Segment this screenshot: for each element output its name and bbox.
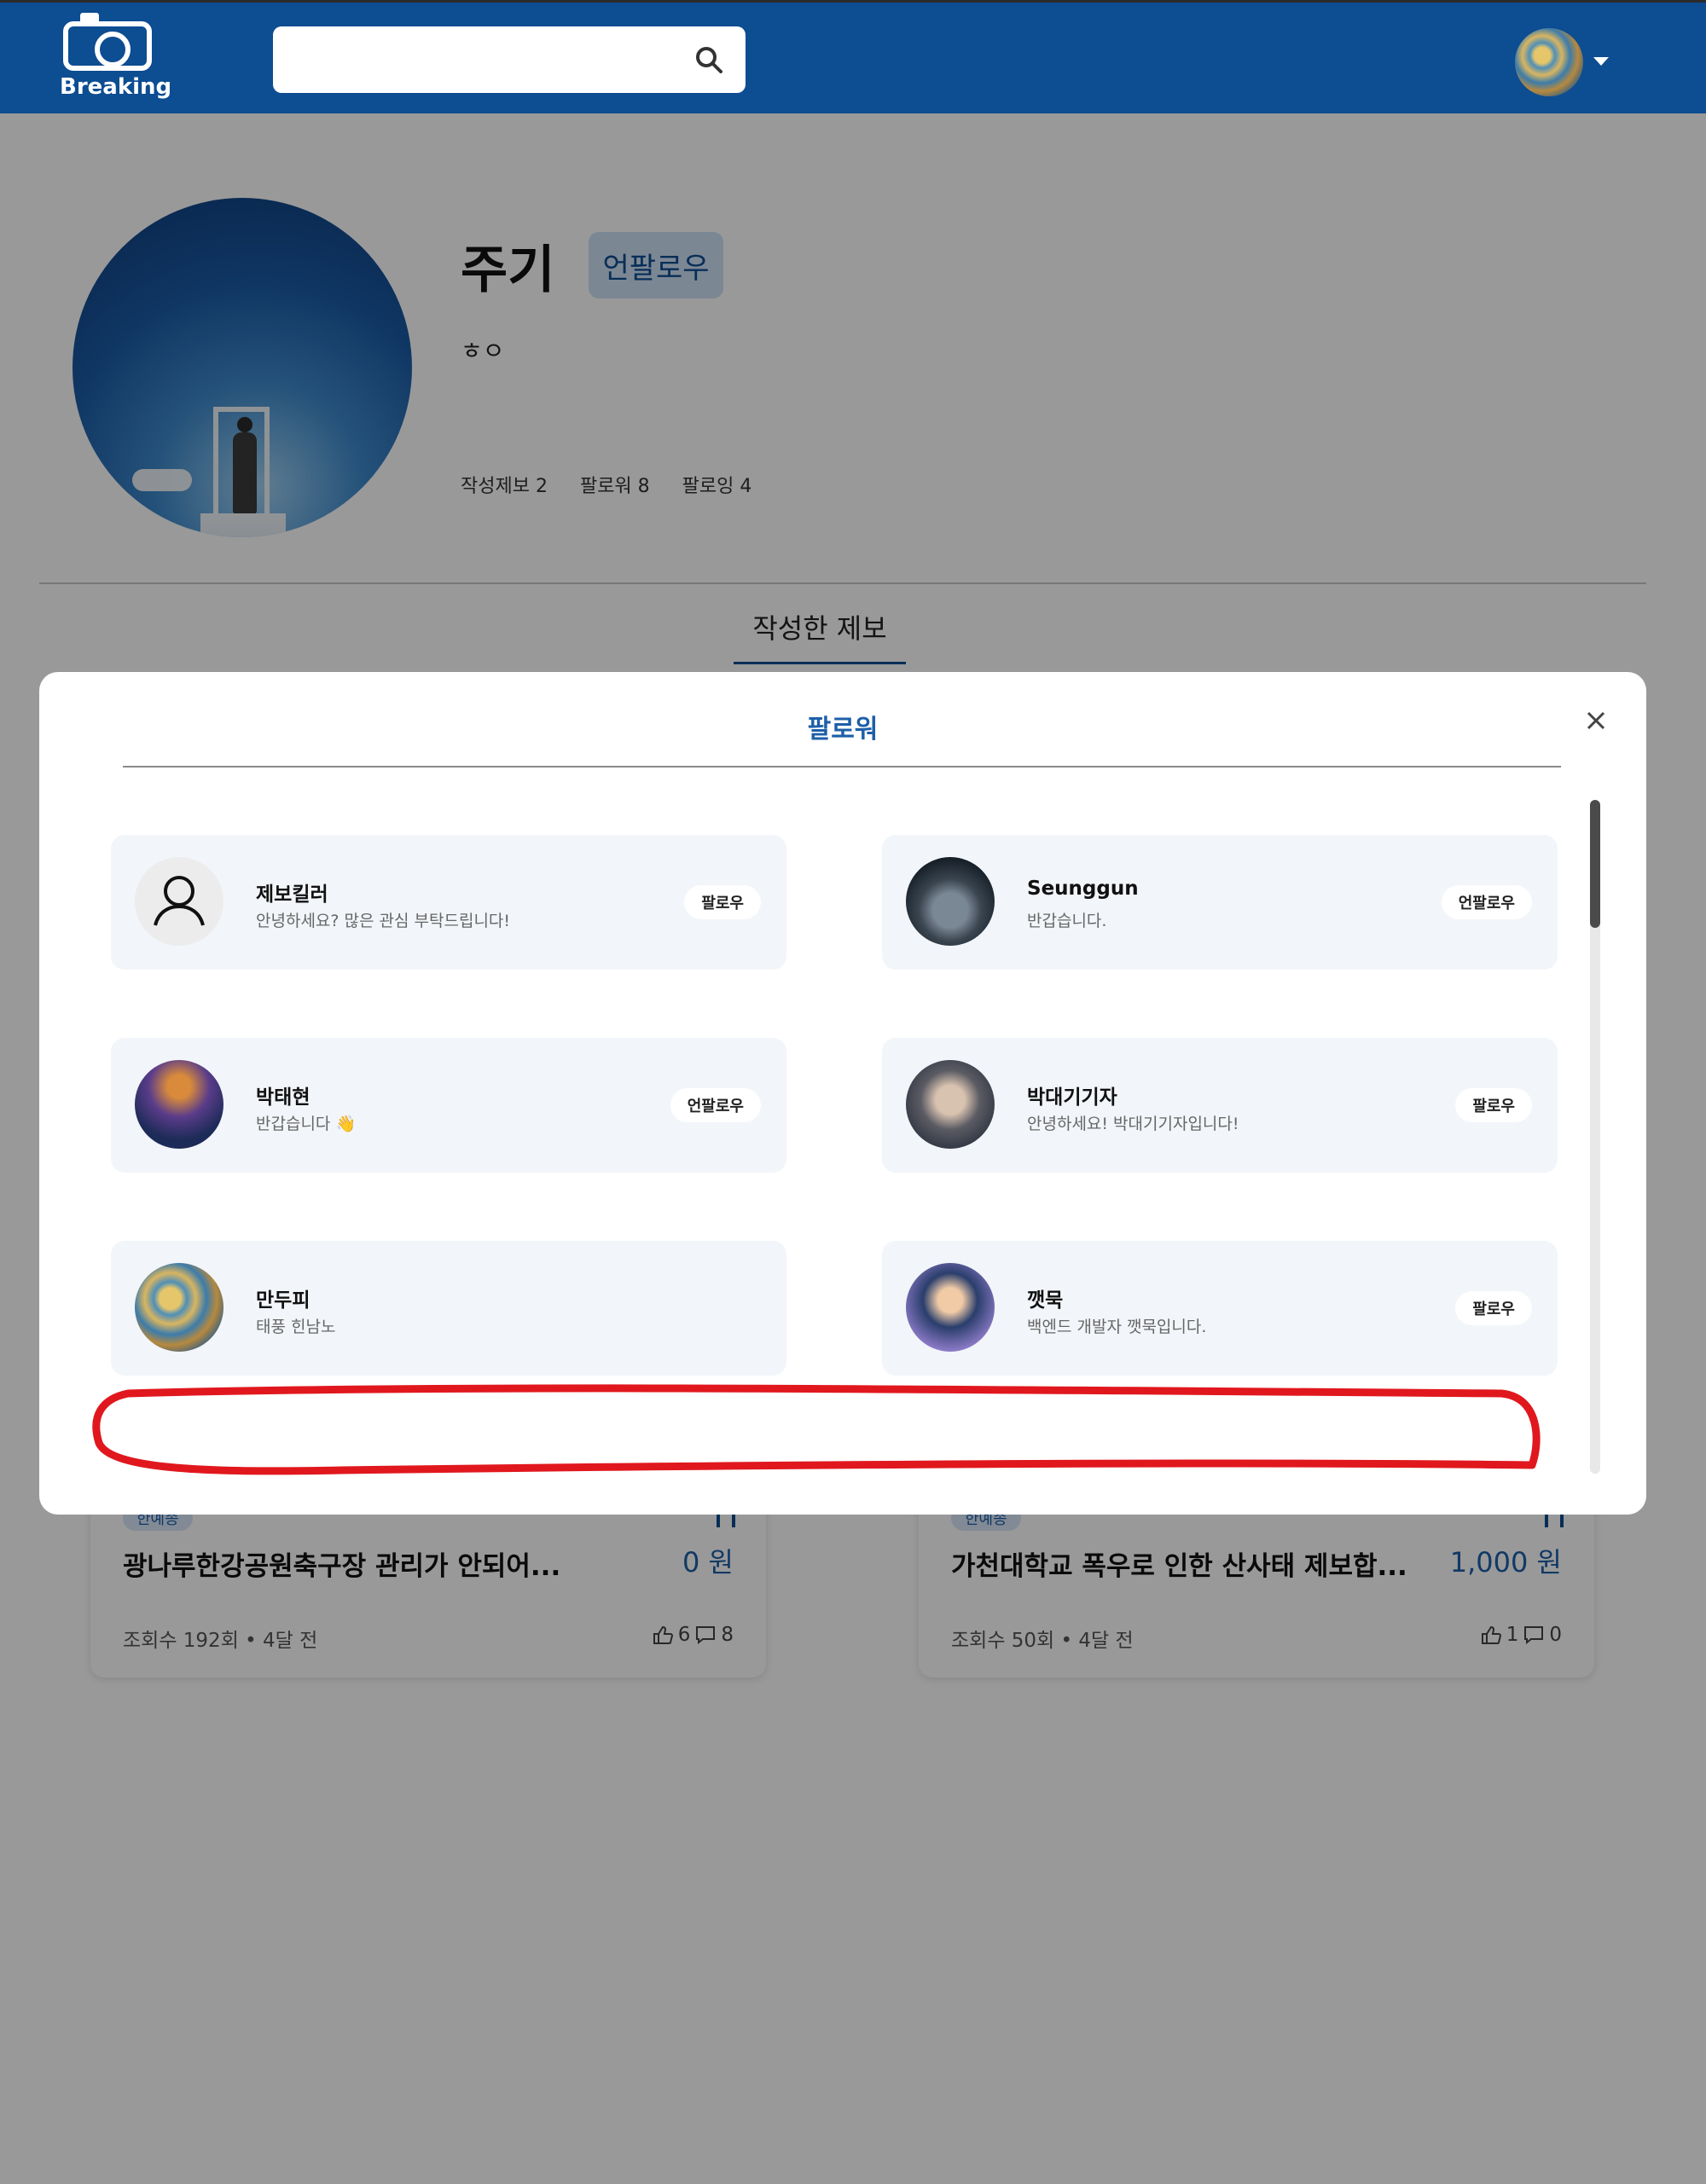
red-annotation-outline [92, 1384, 1541, 1475]
follower-card[interactable]: 만두피 태풍 힌남노 [111, 1241, 786, 1376]
close-icon[interactable] [1581, 706, 1610, 735]
avatar [135, 1060, 223, 1149]
follower-name: Seunggun [1027, 878, 1139, 900]
follower-name: 제보킬러 [256, 883, 328, 906]
breaking-logo[interactable]: Breaking [60, 13, 172, 101]
person-icon [154, 876, 205, 926]
user-avatar[interactable] [1515, 28, 1583, 96]
modal-divider [123, 766, 1561, 768]
follower-card[interactable]: 박대기기자 안녕하세요! 박대기기자입니다! 팔로우 [882, 1038, 1558, 1173]
top-header: Breaking [0, 0, 1706, 113]
follower-bio: 안녕하세요! 박대기기자입니다! [1027, 1115, 1239, 1133]
search-icon[interactable] [694, 45, 723, 74]
follower-bio: 백엔드 개발자 깻묵입니다. [1027, 1318, 1207, 1336]
follow-button[interactable]: 팔로우 [684, 885, 761, 919]
follower-name: 만두피 [256, 1289, 310, 1312]
follower-name: 깻묵 [1027, 1289, 1064, 1312]
follower-card[interactable]: 박태현 반갑습니다 👋 언팔로우 [111, 1038, 786, 1173]
follow-button[interactable]: 팔로우 [1455, 1088, 1532, 1122]
unfollow-button[interactable]: 언팔로우 [670, 1088, 761, 1122]
logo-text: Breaking [60, 74, 172, 100]
avatar [135, 1263, 223, 1352]
chevron-down-icon[interactable] [1593, 57, 1609, 66]
avatar [906, 1060, 995, 1149]
follower-bio: 반갑습니다 👋 [256, 1115, 357, 1133]
unfollow-button[interactable]: 언팔로우 [1441, 885, 1532, 919]
follower-name: 박태현 [256, 1086, 310, 1109]
avatar [135, 857, 223, 946]
follower-card[interactable]: Seunggun 반갑습니다. 언팔로우 [882, 835, 1558, 970]
follower-card[interactable]: 깻묵 백엔드 개발자 깻묵입니다. 팔로우 [882, 1241, 1558, 1376]
avatar [906, 1263, 995, 1352]
follower-bio: 반갑습니다. [1027, 912, 1107, 930]
modal-title: 팔로워 [807, 715, 879, 744]
follower-name: 박대기기자 [1027, 1086, 1117, 1109]
follower-bio: 안녕하세요? 많은 관심 부탁드립니다! [256, 912, 511, 930]
scrollbar-thumb[interactable] [1590, 800, 1600, 928]
follow-button[interactable]: 팔로우 [1455, 1291, 1532, 1325]
follower-bio: 태풍 힌남노 [256, 1318, 336, 1336]
search-input[interactable] [273, 26, 746, 93]
camera-icon [63, 13, 152, 71]
modal-scrollbar[interactable] [1590, 800, 1600, 1474]
avatar [906, 857, 995, 946]
follower-card[interactable]: 제보킬러 안녕하세요? 많은 관심 부탁드립니다! 팔로우 [111, 835, 786, 970]
